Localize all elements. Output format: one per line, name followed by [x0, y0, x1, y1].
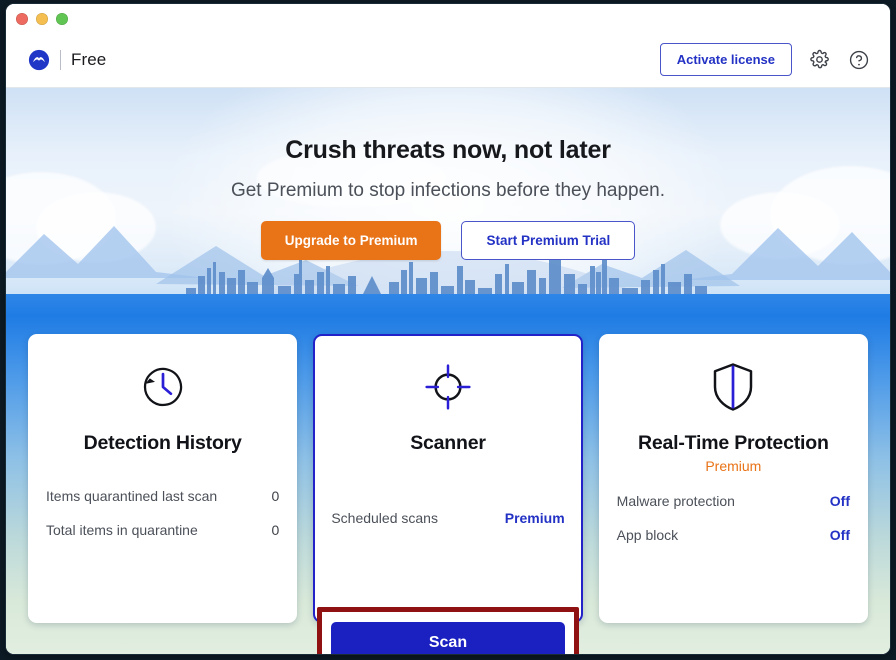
title-bar: [6, 4, 890, 32]
clock-history-icon: [46, 356, 279, 418]
maximize-window-button[interactable]: [56, 13, 68, 25]
stat-label: Items quarantined last scan: [46, 488, 218, 504]
card-stat-rows: Malware protection Off App block Off: [617, 484, 850, 552]
app-header: Free Activate license: [6, 32, 890, 88]
hero-content: Crush threats now, not later Get Premium…: [6, 88, 890, 260]
dashboard-area: Detection History Items quarantined last…: [6, 316, 890, 654]
stat-label: Total items in quarantine: [46, 522, 198, 538]
start-premium-trial-button[interactable]: Start Premium Trial: [461, 221, 636, 260]
header-actions: Activate license: [659, 43, 872, 76]
card-detection-history[interactable]: Detection History Items quarantined last…: [28, 334, 298, 623]
edition-label: Free: [71, 49, 107, 69]
gear-icon[interactable]: [806, 47, 832, 73]
traffic-lights: [16, 13, 68, 25]
stat-value: 0: [271, 522, 280, 538]
promo-hero: Crush threats now, not later Get Premium…: [6, 88, 890, 316]
crosshair-scanner-icon: [331, 356, 564, 418]
scan-highlight-box: Scan: [316, 607, 579, 654]
stat-label: App block: [616, 527, 679, 543]
shield-icon: [617, 356, 850, 418]
hero-title: Crush threats now, not later: [285, 136, 611, 164]
brand: Free: [28, 49, 106, 71]
card-stat-rows: Scheduled scans Premium: [331, 501, 564, 535]
stat-label: Scheduled scans: [331, 510, 438, 526]
brand-divider: [60, 49, 61, 70]
stat-value[interactable]: Premium: [505, 510, 565, 526]
stat-value[interactable]: Off: [830, 493, 850, 509]
upgrade-to-premium-button[interactable]: Upgrade to Premium: [260, 221, 442, 260]
hero-water-band: [6, 294, 890, 316]
app-window: Free Activate license Crush threats now,…: [6, 4, 890, 654]
help-circle-icon[interactable]: [846, 47, 872, 73]
dashboard-cards: Detection History Items quarantined last…: [28, 334, 868, 654]
stat-row: Scheduled scans Premium: [331, 501, 564, 535]
stat-row: App block Off: [617, 518, 850, 552]
stat-label: Malware protection: [616, 493, 735, 509]
close-window-button[interactable]: [16, 13, 28, 25]
premium-badge: Premium: [705, 458, 762, 474]
minimize-window-button[interactable]: [36, 13, 48, 25]
scan-highlight-inner: Scan: [321, 612, 574, 654]
card-title: Scanner: [410, 432, 486, 454]
activate-license-button[interactable]: Activate license: [659, 43, 792, 76]
stat-row: Items quarantined last scan 0: [46, 479, 279, 513]
stat-row: Total items in quarantine 0: [46, 513, 279, 547]
card-scanner[interactable]: Scanner Scheduled scans Premium Scan: [313, 334, 583, 654]
card-title: Detection History: [83, 432, 242, 454]
scan-button[interactable]: Scan: [330, 622, 565, 654]
hero-subtitle: Get Premium to stop infections before th…: [230, 180, 666, 201]
stat-value: 0: [271, 488, 280, 504]
card-stat-rows: Items quarantined last scan 0 Total item…: [46, 479, 279, 547]
stat-row: Malware protection Off: [617, 484, 850, 518]
scan-button-area: Scan: [315, 607, 580, 654]
hero-cta-group: Upgrade to Premium Start Premium Trial: [6, 221, 890, 260]
card-title: Real-Time Protection: [637, 432, 829, 454]
malwarebytes-logo-icon: [28, 49, 50, 71]
stat-value[interactable]: Off: [830, 527, 850, 543]
card-real-time-protection[interactable]: Real-Time Protection Premium Malware pro…: [598, 334, 868, 623]
